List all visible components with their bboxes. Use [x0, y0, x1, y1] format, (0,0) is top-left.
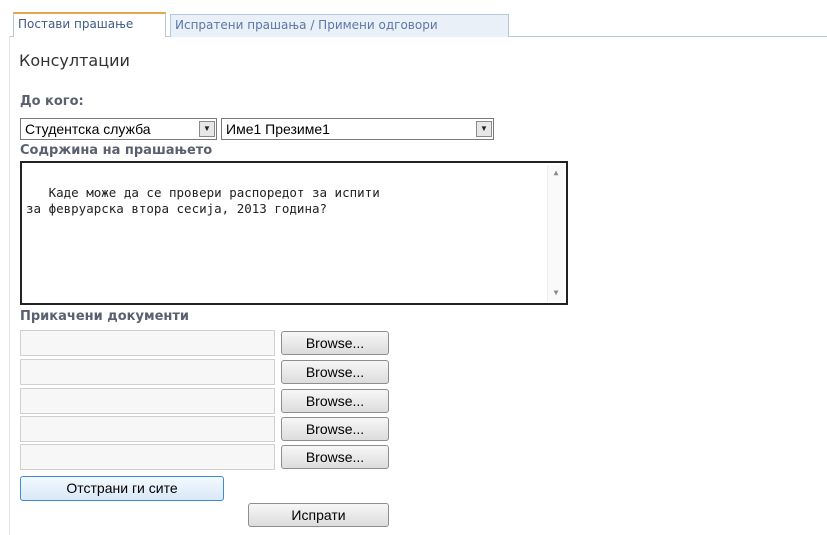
department-select-value: Студентска служба [25, 121, 151, 137]
content-left-border [9, 36, 10, 535]
chevron-down-icon: ▼ [199, 121, 215, 137]
browse-button-1[interactable]: Browse... [281, 331, 389, 355]
recipient-label: До кого: [20, 94, 84, 109]
tab-ask-question[interactable]: Постави прашање [13, 12, 166, 37]
send-button[interactable]: Испрати [248, 503, 389, 527]
browse-button-5[interactable]: Browse... [281, 445, 389, 469]
remove-all-button[interactable]: Отстрани ги сите [20, 476, 224, 501]
question-text: Каде може да се провери распоредот за ис… [26, 185, 380, 216]
file-input-1[interactable] [20, 330, 275, 356]
file-input-2[interactable] [20, 359, 275, 385]
page-title: Консултации [19, 51, 130, 70]
file-input-4[interactable] [20, 416, 275, 442]
scroll-up-icon[interactable]: ▲ [548, 165, 564, 181]
department-select[interactable]: Студентска служба ▼ [20, 118, 217, 140]
question-label: Содржина на прашањето [20, 143, 213, 158]
browse-button-4[interactable]: Browse... [281, 417, 389, 441]
person-select-value: Име1 Презиме1 [226, 121, 330, 137]
browse-button-3[interactable]: Browse... [281, 389, 389, 413]
tab-sent-questions[interactable]: Испратени прашања / Примени одговори [170, 14, 509, 37]
browse-button-2[interactable]: Browse... [281, 360, 389, 384]
scroll-down-icon[interactable]: ▼ [548, 285, 564, 301]
file-input-5[interactable] [20, 444, 275, 470]
chevron-down-icon: ▼ [476, 121, 492, 137]
file-input-3[interactable] [20, 388, 275, 414]
attachments-label: Прикачени документи [20, 309, 190, 324]
textarea-scrollbar[interactable]: ▲ ▼ [547, 165, 564, 301]
person-select[interactable]: Име1 Презиме1 ▼ [221, 118, 494, 140]
question-textarea[interactable]: Каде може да се провери распоредот за ис… [20, 161, 568, 305]
